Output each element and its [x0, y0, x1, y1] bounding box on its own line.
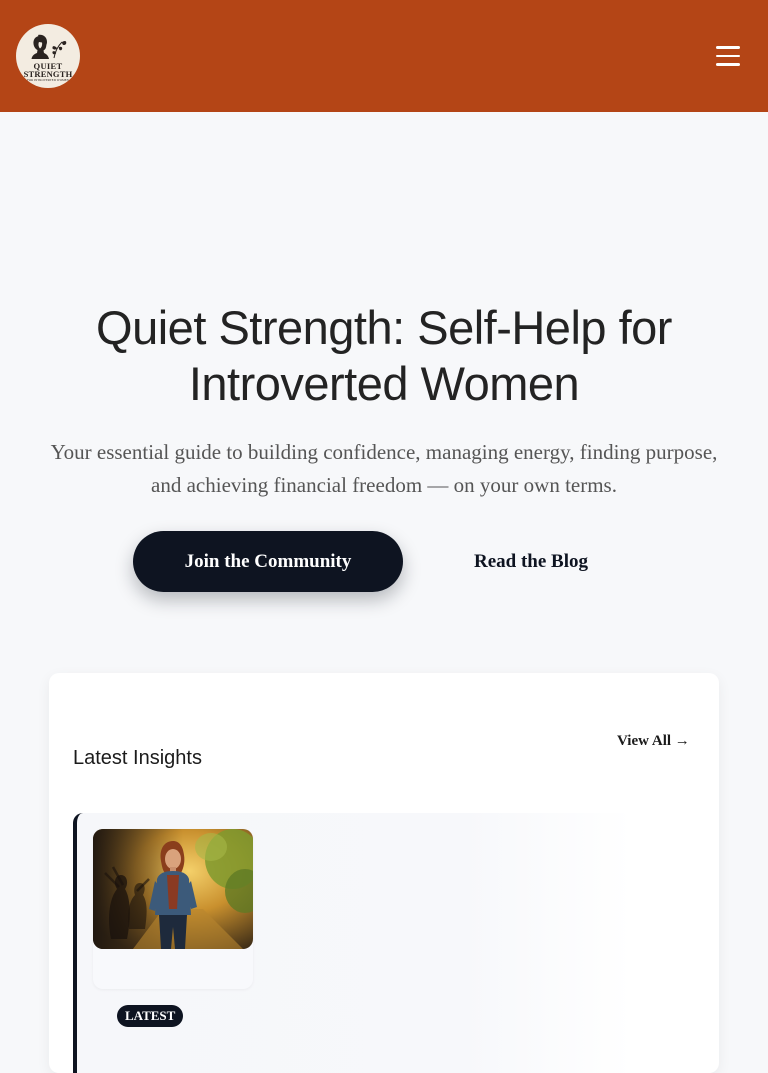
site-header: QUIET STRENGTH FOR INTROVERTED WOMEN [0, 0, 768, 112]
latest-insights-heading: Latest Insights [73, 747, 202, 769]
hamburger-icon-bar [716, 54, 740, 57]
join-community-button[interactable]: Join the Community [133, 531, 403, 592]
site-logo[interactable]: QUIET STRENGTH FOR INTROVERTED WOMEN [16, 24, 80, 88]
view-all-link[interactable]: View All → [617, 733, 690, 750]
hero-title: Quiet Strength: Self-Help for Introverte… [96, 301, 672, 410]
post-thumbnail-card [93, 829, 253, 989]
hamburger-icon-bar [716, 46, 740, 49]
hamburger-icon-bar [716, 63, 740, 66]
post-thumbnail-image[interactable] [93, 829, 253, 949]
latest-insights-card: Latest Insights View All → LATEST [49, 673, 719, 1073]
read-blog-link[interactable]: Read the Blog [446, 531, 616, 592]
hero-subtitle: Your essential guide to building confide… [50, 440, 718, 497]
hamburger-menu-button[interactable] [712, 40, 744, 72]
logo-tagline: FOR INTROVERTED WOMEN [27, 78, 69, 82]
post-item[interactable]: LATEST [73, 813, 633, 1073]
